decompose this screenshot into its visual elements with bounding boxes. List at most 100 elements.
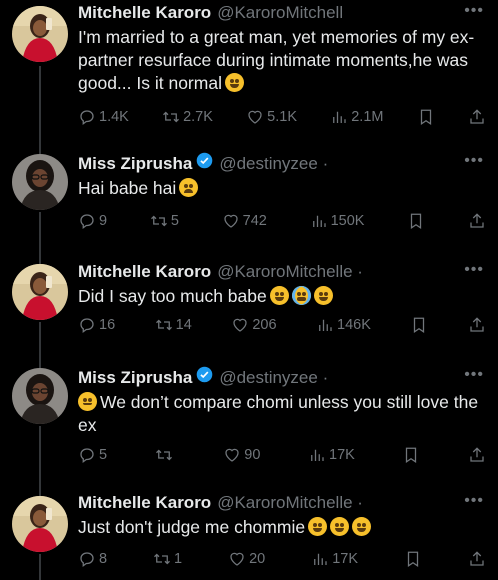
reply-button[interactable]: 1.4K — [78, 108, 129, 126]
views-count: 2.1M — [351, 109, 384, 125]
bookmark-icon — [402, 446, 420, 464]
avatar[interactable] — [12, 6, 68, 62]
retweet-icon — [155, 316, 173, 334]
reply-icon — [78, 550, 96, 568]
share-button[interactable] — [468, 316, 486, 334]
tears-of-joy-emoji — [352, 517, 372, 536]
tweet-header: Mitchelle Karoro @KaroroMitchelle · — [78, 492, 484, 514]
more-icon[interactable]: ••• — [464, 152, 484, 170]
tweet[interactable]: Miss Ziprusha @destinyzee · ••• We don’t… — [0, 366, 498, 492]
bookmark-button[interactable] — [402, 446, 420, 464]
retweet-icon — [150, 212, 168, 230]
tweet[interactable]: Mitchelle Karoro @KaroroMitchelle · ••• … — [0, 260, 498, 366]
like-icon — [246, 108, 264, 126]
tweet-text: I'm married to a great man, yet memories… — [78, 26, 484, 95]
bookmark-button[interactable] — [404, 550, 422, 568]
like-button[interactable]: 206 — [231, 316, 277, 334]
pleading-face-emoji — [269, 286, 289, 305]
retweet-button[interactable]: 5 — [150, 212, 179, 230]
views-button[interactable]: 146K — [316, 316, 371, 334]
retweet-button[interactable] — [155, 446, 176, 464]
like-button[interactable]: 90 — [223, 446, 260, 464]
avatar[interactable] — [12, 368, 68, 424]
reply-icon — [78, 316, 96, 334]
action-bar: 1.4K 2.7K 5.1K 2.1M — [78, 108, 486, 126]
views-button[interactable]: 2.1M — [330, 108, 383, 126]
share-button[interactable] — [468, 108, 486, 126]
like-icon — [222, 212, 240, 230]
reply-icon — [78, 212, 96, 230]
pleading-face-emoji — [224, 73, 244, 92]
tweet[interactable]: Mitchelle Karoro @KaroroMitchell ••• I'm… — [0, 0, 498, 150]
bookmark-icon — [407, 212, 425, 230]
share-icon — [468, 316, 486, 334]
like-button[interactable]: 20 — [228, 550, 265, 568]
more-icon[interactable]: ••• — [464, 366, 484, 384]
more-icon[interactable]: ••• — [464, 2, 484, 20]
like-button[interactable]: 5.1K — [246, 108, 297, 126]
reply-button[interactable]: 5 — [78, 446, 107, 464]
like-icon — [228, 550, 246, 568]
display-name[interactable]: Mitchelle Karoro — [78, 492, 211, 514]
tweet[interactable]: Miss Ziprusha @destinyzee · ••• Hai babe… — [0, 150, 498, 260]
retweet-count: 5 — [170, 213, 179, 229]
retweet-count: 2.7K — [183, 109, 213, 125]
tears-of-joy-emoji — [313, 286, 333, 305]
retweet-button[interactable]: 2.7K — [162, 108, 213, 126]
username[interactable]: @KaroroMitchelle · — [217, 261, 363, 283]
more-icon[interactable]: ••• — [464, 492, 484, 510]
share-button[interactable] — [468, 446, 486, 464]
avatar[interactable] — [12, 264, 68, 320]
tweet-text-content: Did I say too much babe — [78, 286, 267, 306]
reply-button[interactable]: 8 — [78, 550, 107, 568]
avatar[interactable] — [12, 154, 68, 210]
retweet-icon — [153, 550, 171, 568]
like-icon — [231, 316, 249, 334]
reply-count: 16 — [99, 317, 116, 333]
bookmark-button[interactable] — [417, 108, 435, 126]
username[interactable]: @destinyzee · — [219, 153, 328, 175]
like-count: 206 — [252, 317, 277, 333]
views-icon — [316, 316, 334, 334]
action-bar: 5 90 17K — [78, 446, 486, 464]
reply-count: 9 — [99, 213, 108, 229]
username[interactable]: @KaroroMitchelle · — [217, 492, 363, 514]
share-button[interactable] — [468, 550, 486, 568]
views-button[interactable]: 17K — [308, 446, 355, 464]
retweet-button[interactable]: 14 — [155, 316, 192, 334]
reply-button[interactable]: 16 — [78, 316, 115, 334]
username[interactable]: @KaroroMitchell — [217, 2, 343, 24]
tweet-text: Just don't judge me chommie — [78, 516, 484, 539]
share-icon — [468, 550, 486, 568]
reply-button[interactable]: 9 — [78, 212, 107, 230]
display-name[interactable]: Miss Ziprusha — [78, 367, 192, 389]
views-button[interactable]: 17K — [311, 550, 358, 568]
retweet-icon — [155, 446, 173, 464]
like-button[interactable]: 742 — [222, 212, 267, 230]
bookmark-button[interactable] — [407, 212, 425, 230]
reply-count: 1.4K — [99, 109, 129, 125]
tweet-text: We don’t compare chomi unless you still … — [78, 391, 484, 437]
tears-of-joy-emoji — [330, 517, 350, 536]
verified-badge-icon — [197, 366, 213, 383]
views-button[interactable]: 150K — [310, 212, 364, 230]
avatar[interactable] — [12, 496, 68, 552]
tweet[interactable]: Mitchelle Karoro @KaroroMitchelle · ••• … — [0, 492, 498, 580]
share-icon — [468, 108, 486, 126]
reply-count: 8 — [99, 551, 108, 567]
display-name[interactable]: Miss Ziprusha — [78, 153, 192, 175]
display-name[interactable]: Mitchelle Karoro — [78, 2, 211, 24]
share-button[interactable] — [468, 212, 486, 230]
display-name[interactable]: Mitchelle Karoro — [78, 261, 211, 283]
retweet-count: 1 — [174, 551, 183, 567]
username[interactable]: @destinyzee · — [219, 367, 328, 389]
retweet-button[interactable]: 1 — [153, 550, 182, 568]
tweet-text-content: Just don't judge me chommie — [78, 517, 306, 537]
bookmark-button[interactable] — [410, 316, 428, 334]
retweet-icon — [162, 108, 180, 126]
tweet-header: Miss Ziprusha @destinyzee · — [78, 366, 484, 389]
tweet-text: Hai babe hai — [78, 177, 484, 200]
reply-icon — [78, 108, 96, 126]
more-icon[interactable]: ••• — [464, 261, 484, 279]
face-with-raised-eyebrow-emoji — [78, 392, 97, 411]
